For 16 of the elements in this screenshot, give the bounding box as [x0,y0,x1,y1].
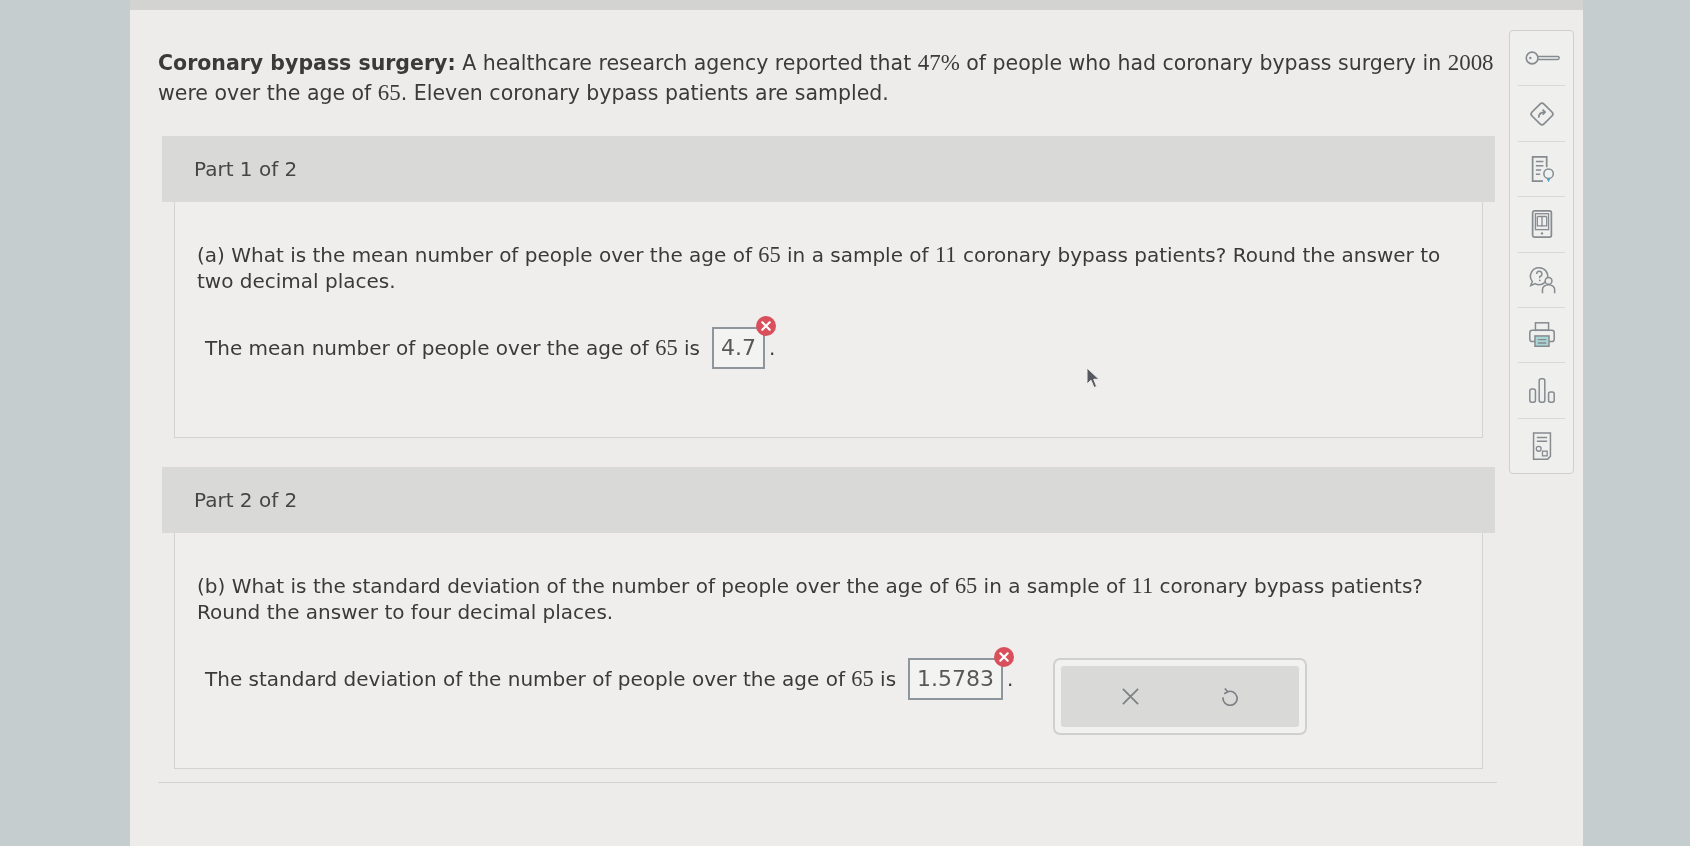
answer-field[interactable]: 4.7 [711,327,765,369]
sentence-period: . [1007,666,1014,693]
problem-statement: Coronary bypass surgery: A healthcare research agency reported that 47% of people who had coronary bypass surgery in 2008 were over the age of 65. Eleven coronary bypass patients are sampled. [158,49,1495,107]
answer-prompt: The standard deviation of the number of people over the age of 65 is [205,665,897,693]
sentence-period: . [768,335,776,362]
mouse-pointer-icon [1086,367,1100,389]
bar-chart-icon[interactable] [1526,375,1557,406]
answer-prompt: The mean number of people over the age of 65 is [205,334,700,362]
circular-arrow-icon [1220,687,1240,706]
key-icon[interactable] [1523,49,1560,68]
answer-field[interactable]: 1.5783 [908,658,1004,700]
question-text: (a) What is the mean number of people over the age of 65 in a sample of 11 coronary bypass patients? Round the answer to two decimal places. [197,242,1442,294]
question-text: (b) What is the standard deviation of the number of people over the age of 65 in a sample of 11 coronary bypass patients? Round the answer to four decimal places. [197,573,1424,625]
part-title: Part 1 of 2 [194,157,298,181]
part-title: Part 2 of 2 [194,488,298,512]
x-icon [1121,687,1141,706]
